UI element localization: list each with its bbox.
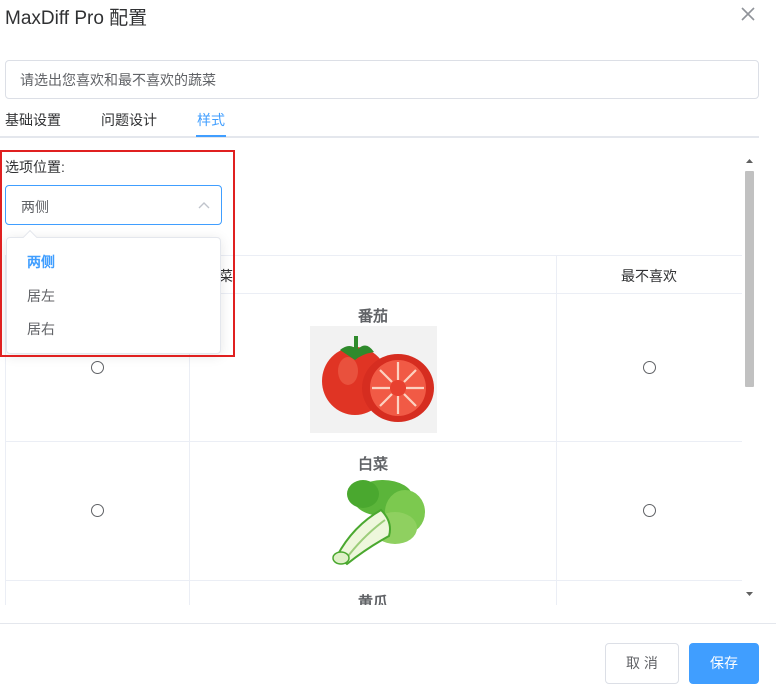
table-row-divider bbox=[5, 580, 742, 581]
most-liked-radio[interactable] bbox=[91, 504, 104, 517]
footer-divider bbox=[0, 623, 776, 624]
option-position-select[interactable]: 两侧 bbox=[5, 185, 222, 225]
tomato-image bbox=[310, 326, 437, 433]
least-liked-radio[interactable] bbox=[643, 361, 656, 374]
tab-basic-settings[interactable]: 基础设置 bbox=[5, 110, 61, 130]
chevron-up-icon bbox=[197, 199, 211, 213]
dropdown-caret bbox=[22, 229, 38, 245]
style-panel: 菜 最不喜欢 番茄 白菜 黄瓜 选项位置: 两侧 两侧 居左 居右 bbox=[0, 150, 759, 605]
question-prompt-input[interactable] bbox=[5, 60, 759, 99]
item-name: 番茄 bbox=[357, 308, 388, 325]
dropdown-option-right[interactable]: 居右 bbox=[7, 312, 220, 346]
save-button[interactable]: 保存 bbox=[689, 643, 759, 684]
option-position-dropdown: 两侧 居左 居右 bbox=[6, 229, 221, 354]
cancel-button[interactable]: 取 消 bbox=[605, 643, 679, 684]
scrollbar-thumb[interactable] bbox=[745, 171, 754, 387]
tab-bar: 基础设置 问题设计 样式 bbox=[0, 104, 759, 138]
column-header-least-liked: 最不喜欢 bbox=[621, 268, 677, 284]
bok-choy-image bbox=[323, 476, 427, 566]
dialog-title: MaxDiff Pro 配置 bbox=[5, 8, 148, 29]
table-col-divider bbox=[556, 255, 557, 605]
select-value: 两侧 bbox=[21, 199, 49, 215]
vertical-scrollbar[interactable] bbox=[742, 153, 757, 604]
tab-question-design[interactable]: 问题设计 bbox=[101, 110, 157, 130]
item-name: 白菜 bbox=[357, 456, 388, 473]
option-position-label: 选项位置: bbox=[5, 159, 65, 175]
tab-style[interactable]: 样式 bbox=[197, 110, 225, 130]
scroll-up-arrow-icon[interactable] bbox=[742, 153, 757, 169]
dropdown-option-both-sides[interactable]: 两侧 bbox=[7, 245, 220, 279]
close-icon[interactable] bbox=[738, 4, 758, 24]
active-tab-indicator bbox=[196, 135, 226, 137]
dropdown-option-left[interactable]: 居左 bbox=[7, 279, 220, 313]
least-liked-radio[interactable] bbox=[643, 504, 656, 517]
table-row-divider bbox=[5, 441, 742, 442]
scroll-down-arrow-icon[interactable] bbox=[742, 586, 757, 602]
column-header-item: 菜 bbox=[219, 268, 233, 284]
most-liked-radio[interactable] bbox=[91, 361, 104, 374]
item-name: 黄瓜 bbox=[357, 594, 388, 605]
